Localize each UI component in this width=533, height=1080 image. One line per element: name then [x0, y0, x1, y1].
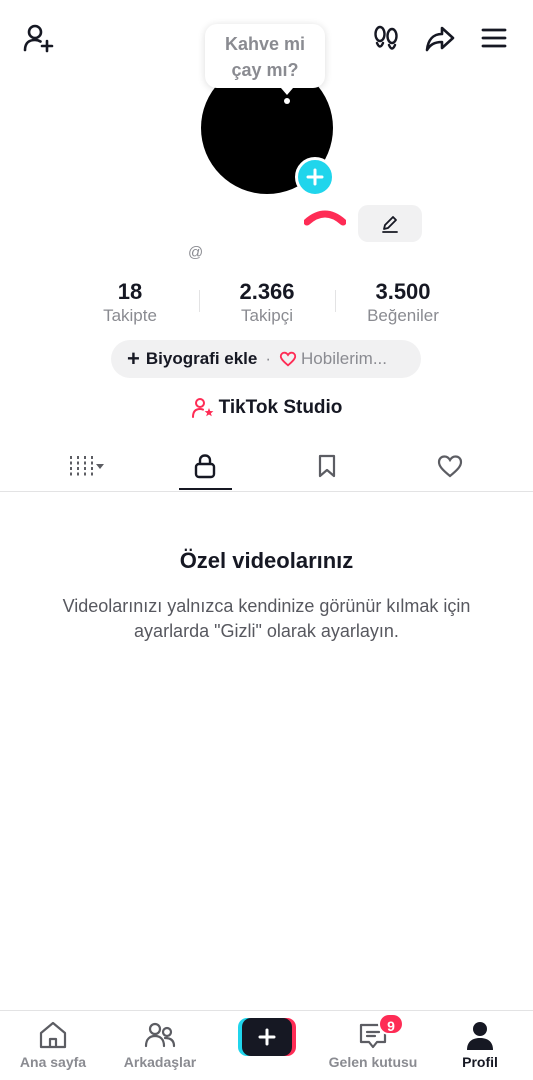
footprints-icon[interactable] — [368, 20, 404, 56]
hobbies-label[interactable]: Hobilerim... — [301, 349, 387, 369]
home-icon — [39, 1021, 67, 1049]
stat-following-value: 18 — [117, 279, 143, 304]
studio-icon — [191, 398, 213, 418]
friends-icon — [144, 1022, 176, 1048]
pencil-icon — [382, 215, 398, 233]
nav-friends[interactable]: Arkadaşlar — [107, 1019, 213, 1070]
avatar-dot — [284, 98, 290, 104]
inbox-badge: 9 — [378, 1013, 404, 1035]
note-line-2: çay mı? — [231, 60, 299, 80]
tiktok-studio-link[interactable]: TikTok Studio — [0, 396, 533, 420]
profile-icon — [467, 1022, 493, 1050]
add-bio-label[interactable]: Biyografi ekle — [146, 349, 258, 369]
heart-icon — [437, 455, 463, 478]
plus-icon — [258, 1028, 276, 1046]
note-line-1: Kahve mi — [224, 34, 306, 54]
active-tab-indicator — [179, 488, 232, 490]
add-friend-icon[interactable] — [20, 20, 56, 56]
create-button[interactable] — [238, 1018, 296, 1056]
username: @ — [188, 244, 204, 261]
nav-home-label: Ana sayfa — [19, 1054, 87, 1070]
profile-stats: 18 Takipte 2.366 Takipçi 3.500 Beğeniler — [0, 278, 533, 328]
studio-label: TikTok Studio — [218, 397, 343, 418]
bio-separator: · — [265, 349, 272, 368]
tab-videos[interactable] — [37, 444, 137, 488]
nav-friends-label: Arkadaşlar — [123, 1054, 197, 1070]
plus-icon: + — [127, 346, 140, 371]
stat-following[interactable]: 18 Takipte — [60, 278, 200, 326]
nav-home[interactable]: Ana sayfa — [0, 1019, 106, 1070]
grid-icon — [70, 456, 104, 476]
stat-following-label: Takipte — [103, 306, 157, 325]
pink-arc-icon — [304, 210, 346, 226]
menu-icon[interactable] — [476, 20, 512, 56]
create-button-face — [242, 1018, 292, 1056]
tab-private[interactable] — [155, 444, 255, 488]
bio-pill[interactable]: + Biyografi ekle · Hobilerim... — [111, 340, 421, 378]
tab-saved[interactable] — [277, 444, 377, 488]
empty-state-title: Özel videolarınız — [179, 548, 354, 573]
stat-likes-value: 3.500 — [375, 279, 431, 304]
nav-profile-label: Profil — [462, 1054, 498, 1070]
note-bubble-tail — [281, 88, 293, 95]
add-photo-button[interactable] — [295, 157, 335, 197]
bookmark-icon — [318, 454, 336, 478]
lock-icon — [194, 454, 216, 479]
stat-followers-label: Takipçi — [241, 306, 293, 325]
stat-likes-label: Beğeniler — [367, 306, 439, 325]
nav-profile[interactable]: Profil — [427, 1019, 533, 1070]
edit-profile-button[interactable] — [358, 205, 422, 242]
profile-tabs — [0, 440, 533, 492]
stat-likes[interactable]: 3.500 Beğeniler — [333, 278, 473, 326]
empty-state-description: Videolarınızı yalnızca kendinize görünür… — [62, 596, 471, 641]
stat-followers[interactable]: 2.366 Takipçi — [197, 278, 337, 326]
heart-icon — [279, 351, 297, 367]
share-icon[interactable] — [422, 20, 458, 56]
stat-followers-value: 2.366 — [239, 279, 295, 304]
tab-liked[interactable] — [400, 444, 500, 488]
plus-icon — [306, 168, 324, 186]
note-bubble[interactable]: Kahve mi çay mı? — [205, 24, 325, 88]
nav-inbox[interactable]: Gelen kutusu — [320, 1019, 426, 1070]
nav-inbox-label: Gelen kutusu — [328, 1054, 418, 1070]
